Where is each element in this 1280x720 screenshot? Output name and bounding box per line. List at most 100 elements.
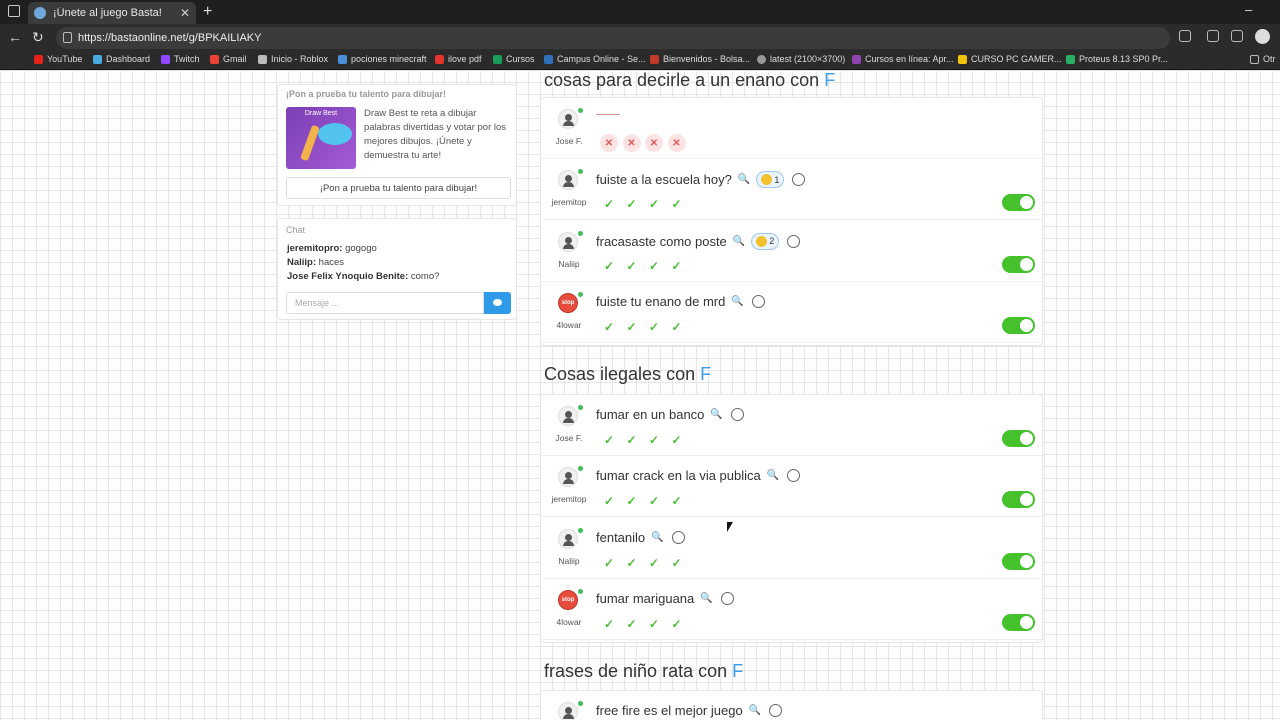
check-icon: ✓ [626,555,637,570]
validate-toggle[interactable] [1002,552,1035,570]
vote-marks: ✓ ✓ ✓ ✓ [600,431,690,449]
vote-marks: ✓ ✓ ✓ ✓ [600,492,690,510]
add-reaction-icon[interactable] [787,234,801,248]
bookmark-gmail[interactable]: Gmail [210,54,247,64]
bookmark-curso-pc[interactable]: CURSO PC GAMER... [958,54,1062,64]
answer-row: Naliip fracasaste como poste 🔍 2 ✓ ✓ ✓ ✓ [540,221,1042,282]
window-menu-icon[interactable] [8,5,20,17]
answer-row: jeremitop fumar crack en la via publica 🔍 ✓… [540,456,1042,518]
bookmark-bolsa[interactable]: Bienvenidos - Bolsa... [650,54,750,64]
validate-toggle[interactable] [1002,491,1035,509]
player-name: jeremitop [551,494,587,505]
chat-heading: Chat [286,225,306,235]
answer-row: jeremitop fuiste a la escuela hoy? 🔍 1 ✓ ✓ ✓ ✓ [540,159,1042,221]
chat-message-input[interactable]: Mensaje ... [286,292,484,314]
answer-row: Naliip fentanilo 🔍 ✓ ✓ ✓ ✓ [540,518,1042,579]
bookmark-youtube[interactable]: YouTube [34,54,82,64]
bookmarks-bar: YouTube Dashboard Twitch Gmail Inicio - … [0,52,1280,70]
stop-avatar: stop [558,292,578,313]
add-reaction-icon[interactable] [787,469,801,483]
settings-icon[interactable] [1207,30,1219,42]
search-icon[interactable]: 🔍 [731,296,743,307]
answer-text: free fire es el mejor juego [596,703,743,718]
chat-send-button[interactable] [484,292,511,314]
check-icon: ✓ [648,433,660,447]
bookmark-latest[interactable]: latest (2100×3700) [757,54,845,64]
address-input[interactable]: https://bastaonline.net/g/BPKAILIAKY [56,27,1170,49]
search-icon[interactable]: 🔍 [651,532,663,543]
site-info-icon[interactable] [63,32,72,43]
close-tab-icon[interactable]: ✕ [180,6,190,20]
bookmark-cursos[interactable]: Cursos [493,54,535,64]
search-icon[interactable]: 🔍 [733,236,745,247]
search-icon[interactable]: 🔍 [749,705,761,716]
avatar [558,406,578,426]
add-reaction-icon[interactable] [792,173,806,187]
bookmark-campus[interactable]: Campus Online - Se... [544,54,646,64]
add-reaction-icon[interactable] [751,294,765,308]
check-icon: ✓ [671,197,682,212]
laugh-emoji-icon [761,174,773,186]
search-icon[interactable]: 🔍 [710,409,722,420]
reaction-badge[interactable]: 1 [756,171,785,189]
favorites-icon[interactable] [1231,30,1243,42]
search-icon[interactable]: 🔍 [767,470,779,481]
bookmark-dashboard[interactable]: Dashboard [93,54,150,64]
online-indicator [578,588,583,594]
validate-toggle[interactable] [1002,194,1035,212]
check-icon: ✓ [648,319,660,334]
answer-row: Jose F. fumar en un banco 🔍 ✓ ✓ ✓ ✓ [540,395,1042,456]
new-tab-icon[interactable]: + [203,3,212,21]
back-icon[interactable]: ← [8,29,22,45]
category-title: cosas para decirle a un enano con F [544,70,836,90]
search-icon[interactable]: 🔍 [738,174,750,185]
player-name: jeremitop [551,197,587,208]
search-icon[interactable]: 🔍 [700,593,712,604]
answer-text: fuiste tu enano de mrd [596,293,726,309]
bookmark-ilovepdf[interactable]: ilove pdf [435,54,482,64]
check-icon: ✓ [603,319,615,334]
bookmark-cursos-linea[interactable]: Cursos en línea: Apr... [852,54,954,64]
bookmark-twitch[interactable]: Twitch [161,54,200,64]
profile-avatar[interactable] [1255,29,1270,44]
minimize-icon[interactable]: – [1245,2,1252,17]
add-reaction-icon[interactable] [720,591,734,605]
bookmark-roblox[interactable]: Inicio - Roblox [258,54,328,64]
laugh-emoji-icon [756,235,768,247]
extensions-icon[interactable] [1179,30,1191,42]
category-title: frases de niño rata con F [544,661,744,681]
check-icon: ✓ [626,494,637,509]
validate-toggle[interactable] [1002,316,1035,334]
validate-toggle[interactable] [1002,430,1035,447]
avatar [558,528,578,549]
reaction-badge[interactable]: 2 [751,232,780,250]
online-indicator [578,230,583,236]
check-icon: ✓ [648,494,660,509]
bookmark-proteus[interactable]: Proteus 8.13 SP0 Pr... [1066,54,1168,64]
check-icon: ✓ [626,319,637,334]
check-icon: ✓ [648,258,660,273]
answer-text: fuiste a la escuela hoy? [596,172,732,188]
reload-icon[interactable]: ↻ [32,29,44,46]
add-reaction-icon[interactable] [671,530,685,544]
answer-entry: free fire es el mejor juego 🔍 [596,703,783,718]
bookmark-pociones[interactable]: pociones minecraft [338,54,427,64]
add-reaction-icon[interactable] [769,704,783,717]
browser-tab[interactable]: ¡Únete al juego Basta! ✕ [28,2,196,24]
check-icon: ✓ [648,616,660,631]
player-name: Jose F. [555,136,583,146]
draw-best-logo[interactable]: Draw Best [286,107,356,169]
stop-avatar: stop [558,589,578,610]
add-reaction-icon[interactable] [730,408,744,421]
validate-toggle[interactable] [1002,255,1035,273]
bookmark-other[interactable]: Otr [1250,54,1276,64]
player-name: 4lowar [556,319,582,330]
answer-entry: fumar en un banco 🔍 [596,407,744,422]
draw-best-button[interactable]: ¡Pon a prueba tu talento para dibujar! [286,177,511,199]
player-name: Jose F. [555,433,583,443]
validate-toggle[interactable] [1002,613,1035,631]
check-icon: ✓ [671,555,682,570]
mouse-cursor [727,522,733,532]
answer-row: Jose F. ✕ ✕ ✕ ✕ [540,98,1042,159]
chat-card: Chat jeremitopro: gogogo Naliip: haces J… [277,218,517,320]
